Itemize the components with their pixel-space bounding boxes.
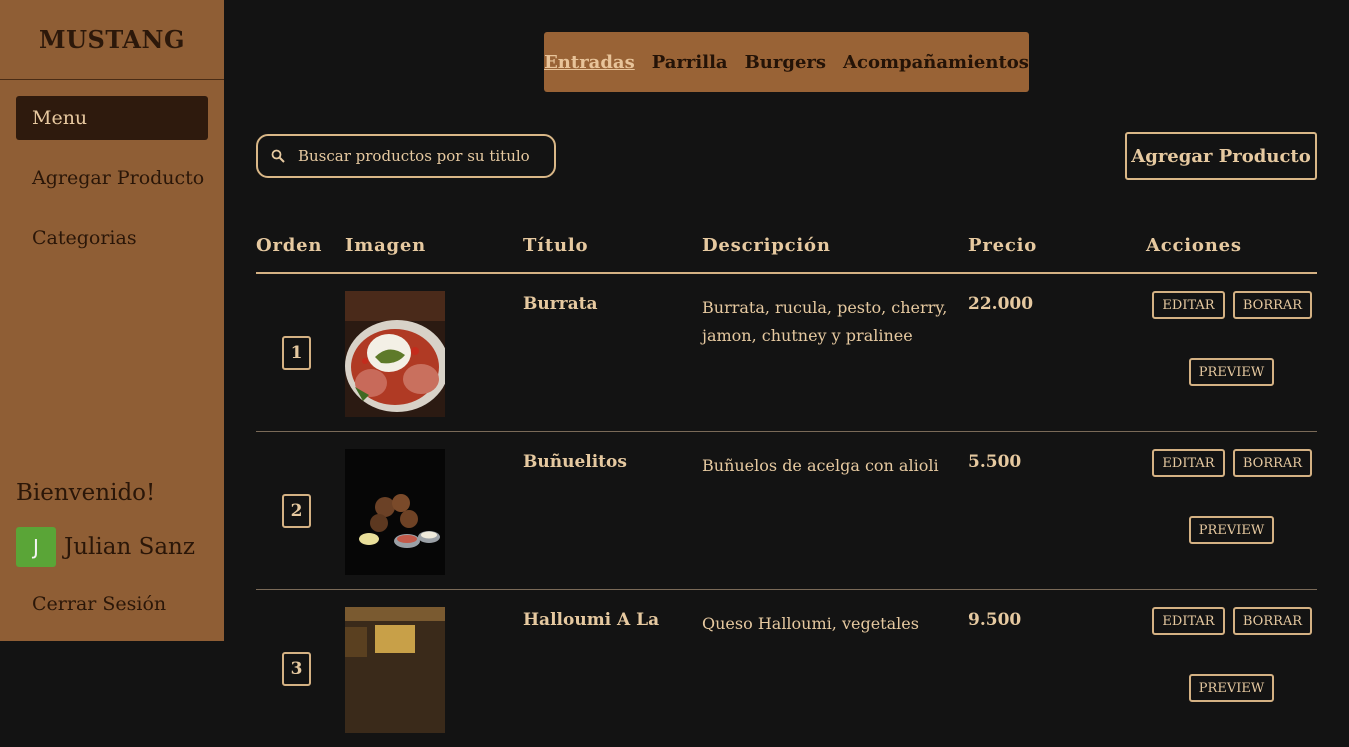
edit-button[interactable]: EDITAR [1152,607,1225,635]
search-input[interactable] [298,147,538,165]
logout-link[interactable]: Cerrar Sesión [32,593,166,615]
header-titulo: Título [523,235,589,256]
edit-button[interactable]: EDITAR [1152,291,1225,319]
product-image [345,291,445,417]
add-product-button[interactable]: Agregar Producto [1125,132,1317,180]
sidebar-item-agregar-producto[interactable]: Agregar Producto [16,156,208,200]
header-precio: Precio [968,235,1038,256]
tab-parrilla[interactable]: Parrilla [652,52,728,73]
preview-button[interactable]: PREVIEW [1189,674,1274,702]
header-imagen: Imagen [345,235,427,256]
edit-button[interactable]: EDITAR [1152,449,1225,477]
delete-button[interactable]: BORRAR [1233,291,1312,319]
user-name: Julian Sanz [64,534,195,560]
user-info: J Julian Sanz [16,527,195,567]
product-image [345,607,445,733]
delete-button[interactable]: BORRAR [1233,607,1312,635]
tab-acompanamientos[interactable]: Acompañamientos [843,52,1029,73]
product-description: Burrata, rucula, pesto, cherry, jamon, c… [702,298,948,345]
tab-entradas[interactable]: Entradas [544,52,635,73]
product-title: Buñuelitos [523,452,627,472]
table-row: 1 Burrata Burrata, rucula, pesto, cherry… [256,274,1317,432]
welcome-text: Bienvenido! [16,480,156,506]
table-header: Orden Imagen Título Descripción Precio A… [256,230,1317,274]
order-badge: 3 [282,652,311,686]
search-icon [271,149,285,163]
product-title: Halloumi A La [523,610,660,630]
header-acciones: Acciones [1146,235,1242,256]
sidebar: MUSTANG Menu Agregar Producto Categorias… [0,0,224,641]
order-badge: 2 [282,494,311,528]
product-price: 9.500 [968,610,1022,630]
product-description: Queso Halloumi, vegetales [702,614,919,633]
table-row: 2 Buñuelitos Buñuelos de acelga con alio… [256,432,1317,590]
preview-button[interactable]: PREVIEW [1189,516,1274,544]
delete-button[interactable]: BORRAR [1233,449,1312,477]
header-orden: Orden [256,235,323,256]
category-tabs: Entradas Parrilla Burgers Acompañamiento… [544,32,1029,92]
product-title: Burrata [523,294,598,314]
table-row: 3 Halloumi A La Queso Halloumi, vegetale… [256,590,1317,747]
search-box [256,134,556,178]
product-image [345,449,445,575]
brand-logo: MUSTANG [0,0,224,80]
sidebar-item-categorias[interactable]: Categorias [16,216,208,260]
tab-burgers[interactable]: Burgers [745,52,826,73]
order-badge: 1 [282,336,311,370]
product-price: 5.500 [968,452,1022,472]
header-descripcion: Descripción [702,235,831,256]
sidebar-nav: Menu Agregar Producto Categorias [0,80,224,260]
sidebar-item-menu[interactable]: Menu [16,96,208,140]
product-price: 22.000 [968,294,1034,314]
avatar: J [16,527,56,567]
preview-button[interactable]: PREVIEW [1189,358,1274,386]
product-description: Buñuelos de acelga con alioli [702,456,939,475]
